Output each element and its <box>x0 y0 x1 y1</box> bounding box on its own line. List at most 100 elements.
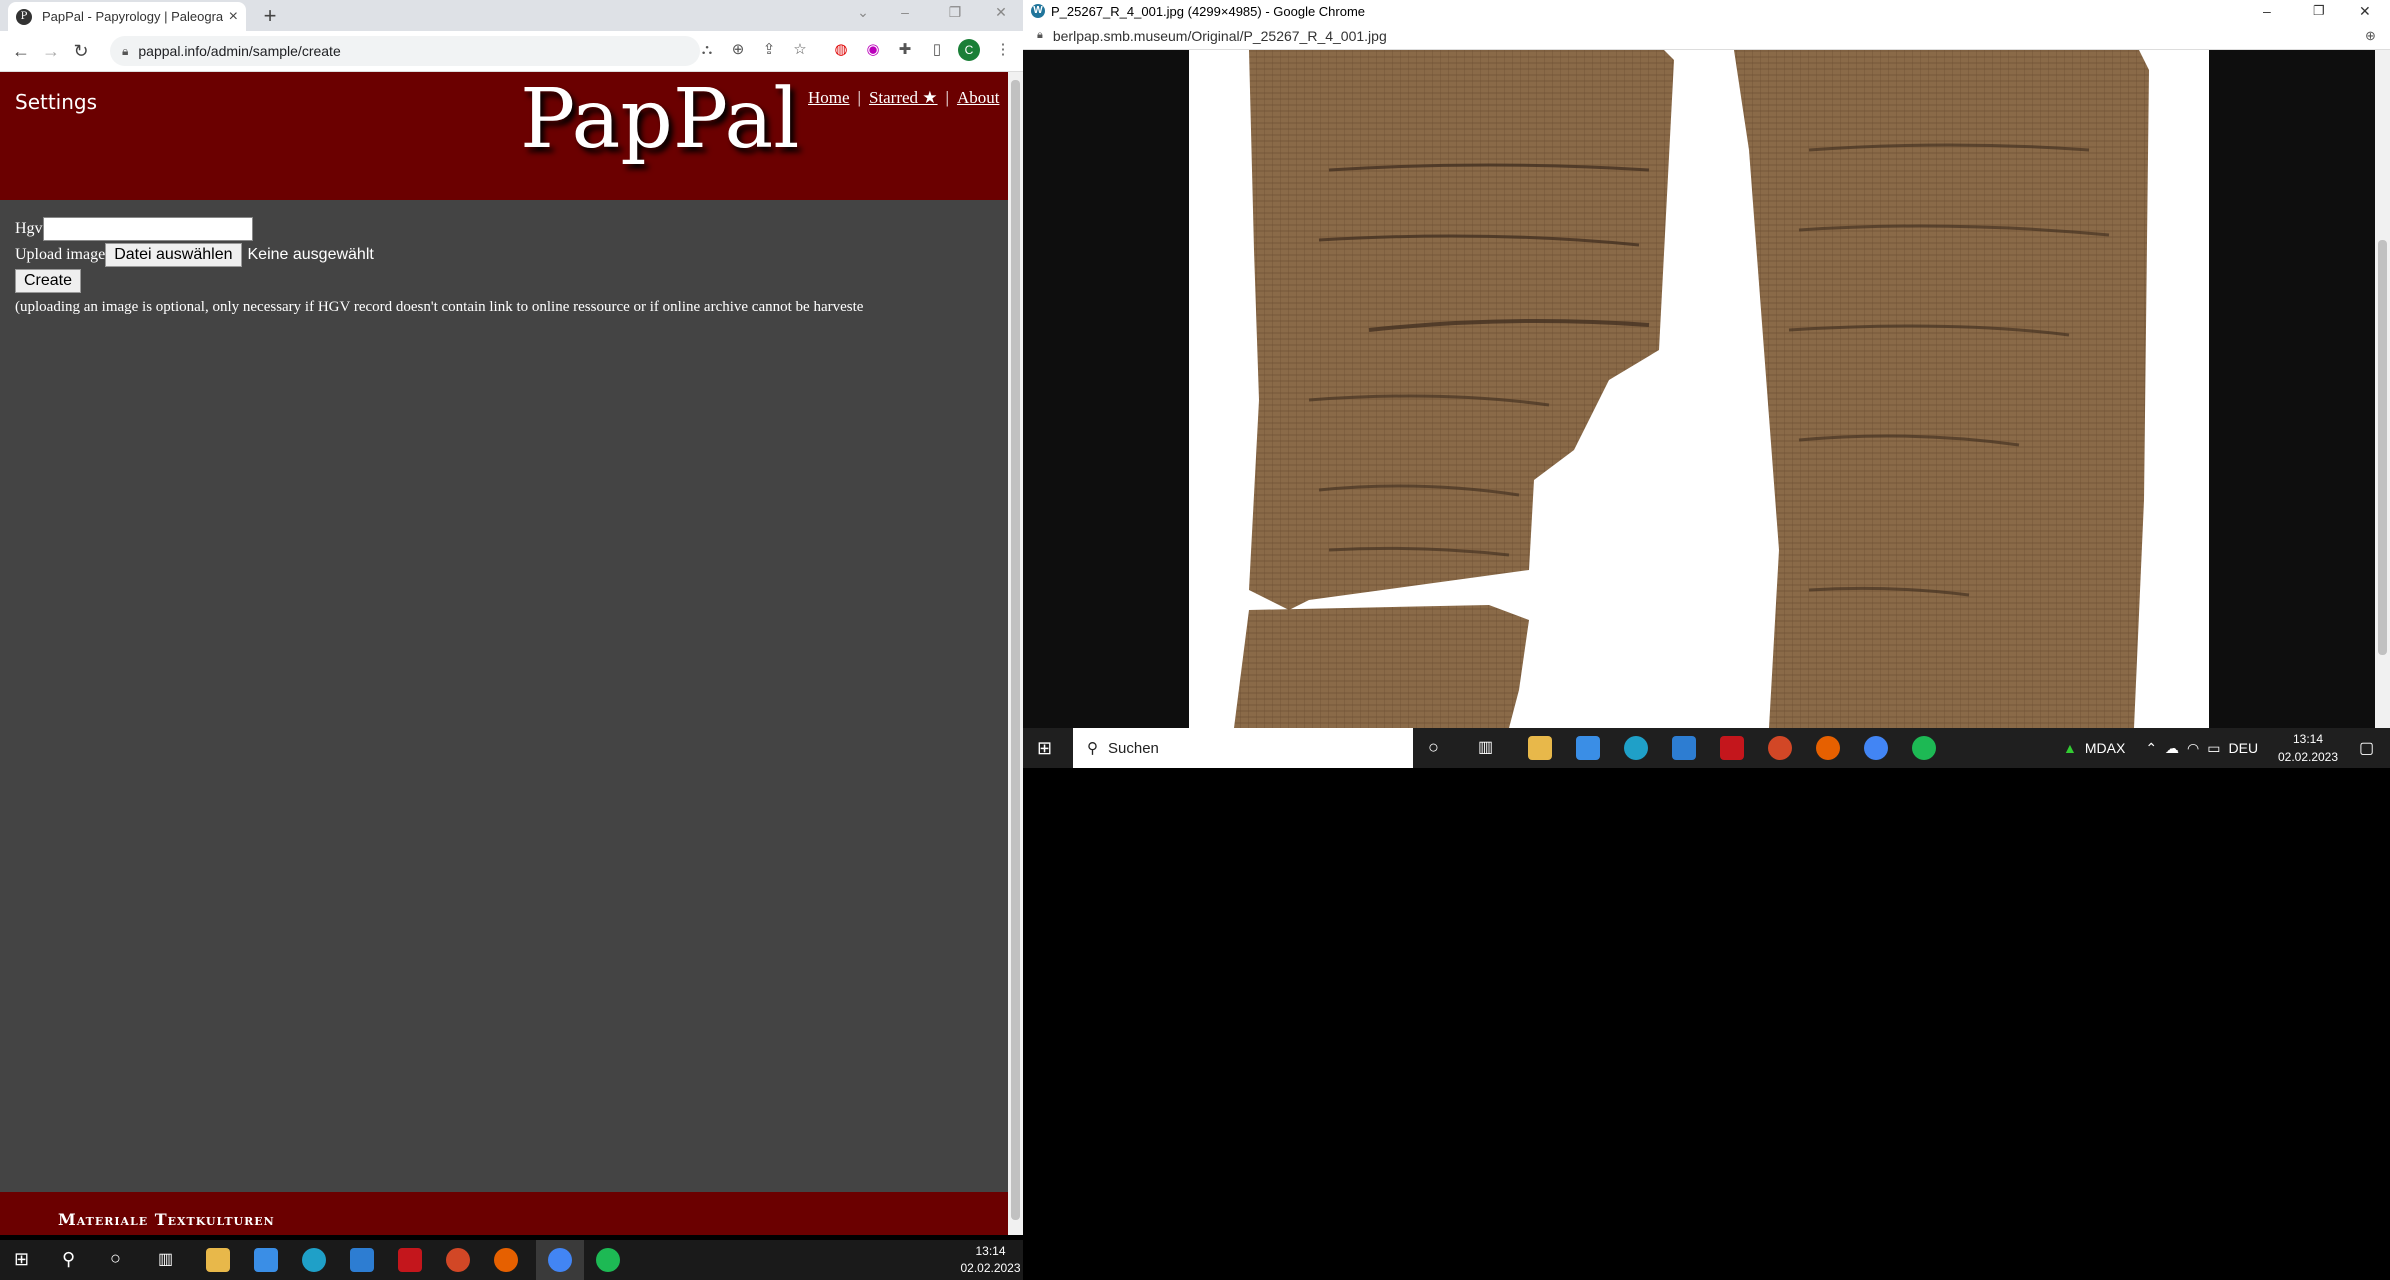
file-explorer-icon[interactable] <box>1528 736 1552 760</box>
right-taskbar: ⊞ ⚲ Suchen ○ ▥ ▲ MDAX ⌃ ☁ ◠ ▭ DEU 13:14 … <box>1023 728 2390 768</box>
right-address-bar[interactable]: 🔒︎ berlpap.smb.museum/Original/P_25267_R… <box>1023 22 2390 50</box>
right-taskbar-clock[interactable]: 13:14 02.02.2023 <box>2273 730 2343 766</box>
powerpoint-icon[interactable] <box>446 1248 470 1272</box>
zoom-icon[interactable]: ⊕ <box>727 39 749 61</box>
spotify-icon[interactable] <box>1912 736 1936 760</box>
address-url: pappal.info/admin/sample/create <box>138 43 341 59</box>
mail-icon[interactable] <box>350 1248 374 1272</box>
nav-about[interactable]: About <box>957 88 1000 107</box>
right-address-url: berlpap.smb.museum/Original/P_25267_R_4_… <box>1052 27 1387 44</box>
extensions-puzzle-icon[interactable]: ✚ <box>894 39 916 61</box>
wifi-icon[interactable]: ◠ <box>2187 740 2199 757</box>
reload-icon[interactable]: ↻ <box>66 41 96 62</box>
taskbar-search-placeholder: Suchen <box>1108 739 1159 757</box>
lock-icon: 🔒︎ <box>122 43 129 58</box>
no-file-selected-text: Keine ausgewählt <box>247 246 374 263</box>
chrome-icon[interactable] <box>548 1248 572 1272</box>
restore-icon[interactable]: ❐ <box>2313 3 2325 19</box>
close-window-icon[interactable]: ✕ <box>2359 3 2371 20</box>
right-vertical-scroll-thumb[interactable] <box>2378 240 2387 655</box>
right-browser-window: W P_25267_R_4_001.jpg (4299×4985) - Goog… <box>1023 0 2390 768</box>
share-icon[interactable]: ⇪ <box>758 39 780 61</box>
firefox-icon[interactable] <box>1816 736 1840 760</box>
extension-purple-icon[interactable]: ◉ <box>862 39 884 61</box>
clock-time: 13:14 <box>975 1244 1006 1258</box>
store-icon[interactable] <box>1576 736 1600 760</box>
stock-chart-icon: ▲ <box>2063 740 2077 756</box>
tray-lang-label[interactable]: DEU <box>2229 740 2259 756</box>
edge-icon[interactable] <box>302 1248 326 1272</box>
new-tab-icon[interactable]: + <box>258 4 282 28</box>
clock-date: 02.02.2023 <box>960 1261 1021 1275</box>
menu-kebab-icon[interactable]: ⋮ <box>992 39 1014 61</box>
search-icon[interactable]: ⚲ <box>62 1249 75 1270</box>
create-button[interactable]: Create <box>15 269 82 293</box>
browser-toolbar: ← → ↻ 🔒︎ pappal.info/admin/sample/create… <box>0 31 1023 72</box>
battery-icon[interactable]: ▭ <box>2207 740 2220 757</box>
windows-start-icon[interactable]: ⊞ <box>14 1249 29 1270</box>
firefox-icon[interactable] <box>494 1248 518 1272</box>
vertical-scroll-thumb[interactable] <box>1011 80 1020 1220</box>
hgv-label: Hgv <box>15 220 43 237</box>
right-clock-date: 02.02.2023 <box>2277 750 2339 764</box>
zoom-icon[interactable]: ⊕ <box>2365 28 2376 44</box>
file-explorer-icon[interactable] <box>206 1248 230 1272</box>
chrome-icon[interactable] <box>1864 736 1888 760</box>
papyrus-image <box>1189 50 2209 728</box>
acrobat-icon[interactable] <box>1720 736 1744 760</box>
bookmark-star-icon[interactable]: ☆ <box>789 39 811 61</box>
site-header: Settings PapPal Home | Starred ★ | About <box>0 72 1008 200</box>
task-view-icon[interactable]: ▥ <box>158 1249 173 1269</box>
network-icon[interactable]: ☁ <box>2165 740 2179 757</box>
upload-image-label: Upload image <box>15 246 106 263</box>
site-logo-title: PapPal <box>520 72 800 167</box>
tray-mdax-label[interactable]: MDAX <box>2085 740 2125 756</box>
close-window-icon[interactable]: ✕ <box>986 4 1016 21</box>
tab-pappal[interactable]: P PapPal - Papyrology | Paleograph × <box>8 2 246 31</box>
profile-avatar[interactable]: C <box>958 39 980 61</box>
translate-icon[interactable]: ⛬ <box>696 39 718 61</box>
taskbar-search-box[interactable]: ⚲ Suchen <box>1073 728 1413 768</box>
tab-search-chevron-icon[interactable]: ⌄ <box>848 4 878 21</box>
store-icon[interactable] <box>254 1248 278 1272</box>
taskbar-clock[interactable]: 13:14 02.02.2023 <box>958 1243 1023 1277</box>
tray-chevron-icon[interactable]: ⌃ <box>2145 740 2157 757</box>
search-icon: ⚲ <box>1087 740 1098 757</box>
right-window-titlebar: W P_25267_R_4_001.jpg (4299×4985) - Goog… <box>1023 0 2390 22</box>
hgv-input[interactable] <box>42 217 253 241</box>
powerpoint-icon[interactable] <box>1768 736 1792 760</box>
right-vertical-scrollbar[interactable] <box>2375 50 2390 728</box>
minimize-icon[interactable]: – <box>890 4 920 20</box>
spotify-icon[interactable] <box>596 1248 620 1272</box>
cortana-icon[interactable]: ○ <box>110 1248 121 1269</box>
cortana-icon[interactable]: ○ <box>1428 737 1439 758</box>
choose-file-button[interactable]: Datei auswählen <box>105 243 242 267</box>
minimize-icon[interactable]: – <box>2263 3 2271 19</box>
task-view-icon[interactable]: ▥ <box>1478 737 1493 757</box>
create-sample-form: Hgv Upload image Datei auswählen Keine a… <box>15 216 863 320</box>
extension-red-icon[interactable]: ◍ <box>830 39 852 61</box>
acrobat-icon[interactable] <box>398 1248 422 1272</box>
tab-strip: P PapPal - Papyrology | Paleograph × + ⌄… <box>0 0 1023 31</box>
lock-icon: 🔒︎ <box>1037 29 1043 41</box>
address-bar[interactable]: 🔒︎ pappal.info/admin/sample/create <box>110 36 700 66</box>
side-panel-icon[interactable]: ▯ <box>926 39 948 61</box>
notification-icon[interactable]: ▢ <box>2359 738 2374 758</box>
back-icon[interactable]: ← <box>6 41 36 62</box>
tab-title: PapPal - Papyrology | Paleograph <box>42 9 223 24</box>
nav-starred[interactable]: Starred ★ <box>869 88 938 107</box>
site-footer: Materiale Textkulturen <box>0 1192 1008 1235</box>
forward-icon[interactable]: → <box>36 41 66 62</box>
mail-icon[interactable] <box>1672 736 1696 760</box>
restore-icon[interactable]: ❐ <box>940 4 970 21</box>
image-backdrop-right <box>2209 50 2375 728</box>
edge-icon[interactable] <box>1624 736 1648 760</box>
settings-link[interactable]: Settings <box>15 90 97 114</box>
vertical-scrollbar[interactable] <box>1008 72 1023 1235</box>
right-window-title: P_25267_R_4_001.jpg (4299×4985) - Google… <box>1051 3 1366 19</box>
nav-home[interactable]: Home <box>808 88 850 107</box>
right-clock-time: 13:14 <box>2292 732 2324 746</box>
windows-start-icon[interactable]: ⊞ <box>1037 738 1052 759</box>
close-tab-icon[interactable]: × <box>229 8 238 26</box>
nav-separator: | <box>857 88 861 107</box>
